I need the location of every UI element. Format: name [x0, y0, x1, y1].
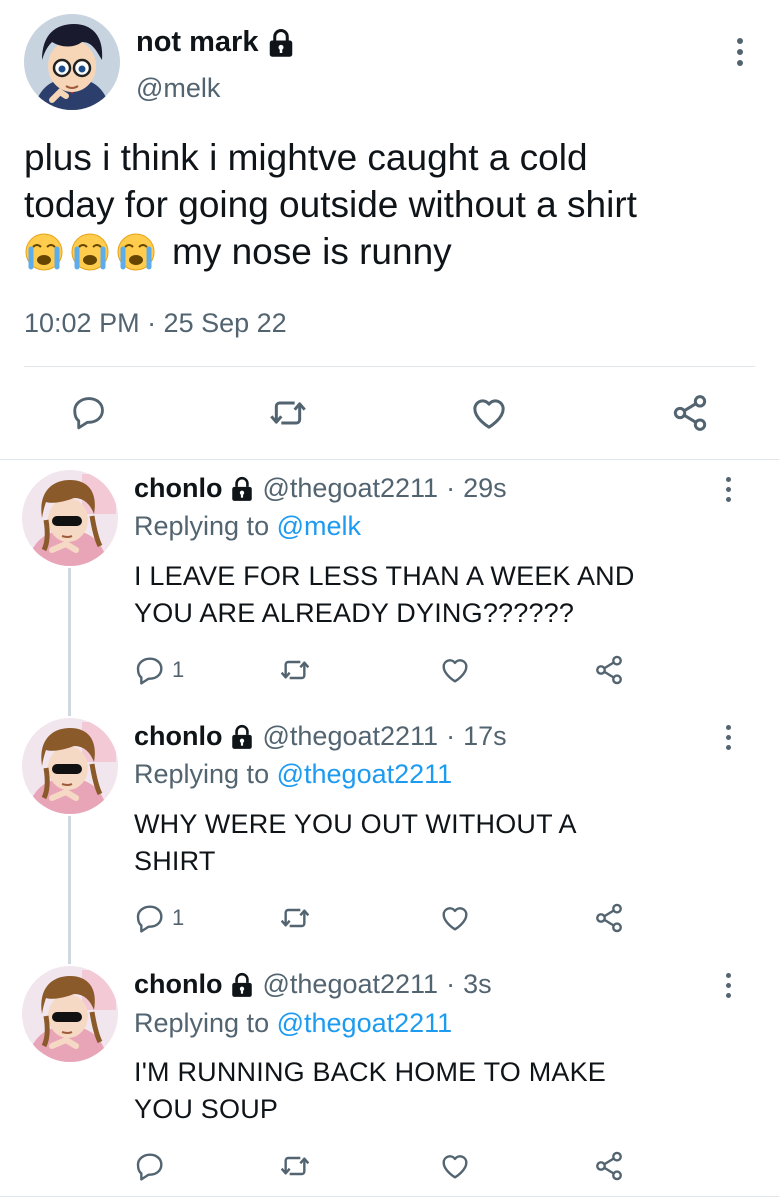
- reply-text-line: YOU SOUP: [134, 1094, 279, 1124]
- reply-count: 1: [172, 905, 185, 930]
- author-handle[interactable]: @melk: [136, 73, 220, 104]
- reply-text: I LEAVE FOR LESS THAN A WEEK AND YOU ARE…: [134, 558, 734, 632]
- reply-author-handle[interactable]: @thegoat2211: [263, 473, 439, 504]
- tweet-text-line: plus i think i mightve caught a cold: [24, 137, 588, 178]
- loudly-crying-face-icon: [24, 232, 64, 272]
- reply-author-handle[interactable]: @thegoat2211: [263, 721, 439, 752]
- retweet-button[interactable]: [279, 654, 311, 686]
- retweet-button[interactable]: [268, 393, 308, 438]
- loudly-crying-face-icon: [116, 232, 156, 272]
- reply-avatar[interactable]: [22, 718, 118, 814]
- reply-header: chonlo @thegoat2211 · 29s: [134, 473, 507, 504]
- reply-avatar[interactable]: [22, 966, 118, 1062]
- reply-button[interactable]: 1: [134, 902, 184, 934]
- lock-icon: [266, 28, 296, 58]
- tweet-text-line: today for going outside without a shirt: [24, 184, 637, 225]
- share-icon: [593, 1150, 625, 1182]
- reply-header: chonlo @thegoat2211 · 3s: [134, 969, 492, 1000]
- like-button[interactable]: [439, 654, 471, 686]
- more-options-icon[interactable]: [723, 725, 733, 750]
- replying-to: Replying to @thegoat2211: [134, 1008, 452, 1039]
- replying-to: Replying to @melk: [134, 511, 361, 542]
- lock-icon: [229, 476, 255, 502]
- lock-icon: [229, 724, 255, 750]
- share-icon: [670, 393, 710, 433]
- tweet-text: plus i think i mightve caught a cold tod…: [24, 134, 754, 275]
- replying-to: Replying to @thegoat2211: [134, 759, 452, 790]
- reply-avatar[interactable]: [22, 470, 118, 566]
- like-icon: [439, 654, 471, 686]
- reply-time[interactable]: 17s: [463, 721, 507, 752]
- more-options-icon[interactable]: [723, 973, 733, 998]
- reply-count: 1: [172, 657, 185, 682]
- retweet-button[interactable]: [279, 1150, 311, 1182]
- reply-text: WHY WERE YOU OUT WITHOUT A SHIRT: [134, 806, 734, 880]
- reply-text-line: SHIRT: [134, 846, 216, 876]
- more-options-icon[interactable]: [735, 38, 745, 66]
- author-avatar[interactable]: [24, 14, 120, 110]
- reply-button[interactable]: [134, 1150, 172, 1182]
- reply-author-name[interactable]: chonlo: [134, 721, 223, 752]
- reply-text-line: WHY WERE YOU OUT WITHOUT A: [134, 809, 577, 839]
- retweet-icon: [268, 393, 308, 433]
- retweet-button[interactable]: [279, 902, 311, 934]
- tweet-timestamp[interactable]: 10:02 PM · 25 Sep 22: [24, 308, 287, 339]
- retweet-icon: [279, 654, 311, 686]
- lock-icon: [229, 972, 255, 998]
- replying-to-label: Replying to: [134, 759, 270, 789]
- reply-icon: [134, 902, 166, 934]
- replying-to-mention[interactable]: @thegoat2211: [277, 759, 453, 789]
- tweet-text-line: my nose is runny: [24, 228, 754, 275]
- replying-to-label: Replying to: [134, 1008, 270, 1038]
- more-options-icon[interactable]: [723, 477, 733, 502]
- tweet-text-tail: my nose is runny: [172, 231, 452, 272]
- share-button[interactable]: [593, 1150, 625, 1182]
- reply-author-name[interactable]: chonlo: [134, 473, 223, 504]
- replying-to-label: Replying to: [134, 511, 270, 541]
- like-button[interactable]: [469, 393, 509, 438]
- reply-icon: [134, 1150, 166, 1182]
- like-icon: [439, 1150, 471, 1182]
- reply-icon: [70, 393, 108, 431]
- reply-author-name[interactable]: chonlo: [134, 969, 223, 1000]
- reply-author-handle[interactable]: @thegoat2211: [263, 969, 439, 1000]
- thread-line: [68, 816, 71, 964]
- like-button[interactable]: [439, 902, 471, 934]
- reply-button[interactable]: [70, 393, 108, 436]
- author-name-row[interactable]: not mark: [136, 26, 296, 59]
- share-icon: [593, 902, 625, 934]
- loudly-crying-face-icon: [70, 232, 110, 272]
- retweet-icon: [279, 902, 311, 934]
- reply-button[interactable]: 1: [134, 654, 184, 686]
- reply-header: chonlo @thegoat2211 · 17s: [134, 721, 507, 752]
- reply-text-line: YOU ARE ALREADY DYING??????: [134, 598, 575, 628]
- retweet-icon: [279, 1150, 311, 1182]
- reply-icon: [134, 654, 166, 686]
- reply-time[interactable]: 29s: [463, 473, 507, 504]
- reply-text: I'M RUNNING BACK HOME TO MAKE YOU SOUP: [134, 1054, 734, 1128]
- like-button[interactable]: [439, 1150, 471, 1182]
- like-icon: [439, 902, 471, 934]
- separator-dot: ·: [446, 473, 456, 503]
- share-button[interactable]: [593, 654, 625, 686]
- thread-line: [68, 568, 71, 716]
- like-icon: [469, 393, 509, 433]
- share-button[interactable]: [593, 902, 625, 934]
- separator-dot: ·: [446, 969, 456, 999]
- separator-dot: ·: [446, 721, 456, 751]
- divider: [24, 366, 755, 367]
- divider: [0, 1196, 779, 1197]
- share-button[interactable]: [670, 393, 710, 438]
- share-icon: [593, 654, 625, 686]
- reply-time[interactable]: 3s: [463, 969, 492, 1000]
- replying-to-mention[interactable]: @thegoat2211: [277, 1008, 453, 1038]
- divider: [0, 459, 779, 460]
- reply-text-line: I'M RUNNING BACK HOME TO MAKE: [134, 1057, 607, 1087]
- author-name[interactable]: not mark: [136, 26, 258, 59]
- reply-text-line: I LEAVE FOR LESS THAN A WEEK AND: [134, 561, 635, 591]
- replying-to-mention[interactable]: @melk: [277, 511, 361, 541]
